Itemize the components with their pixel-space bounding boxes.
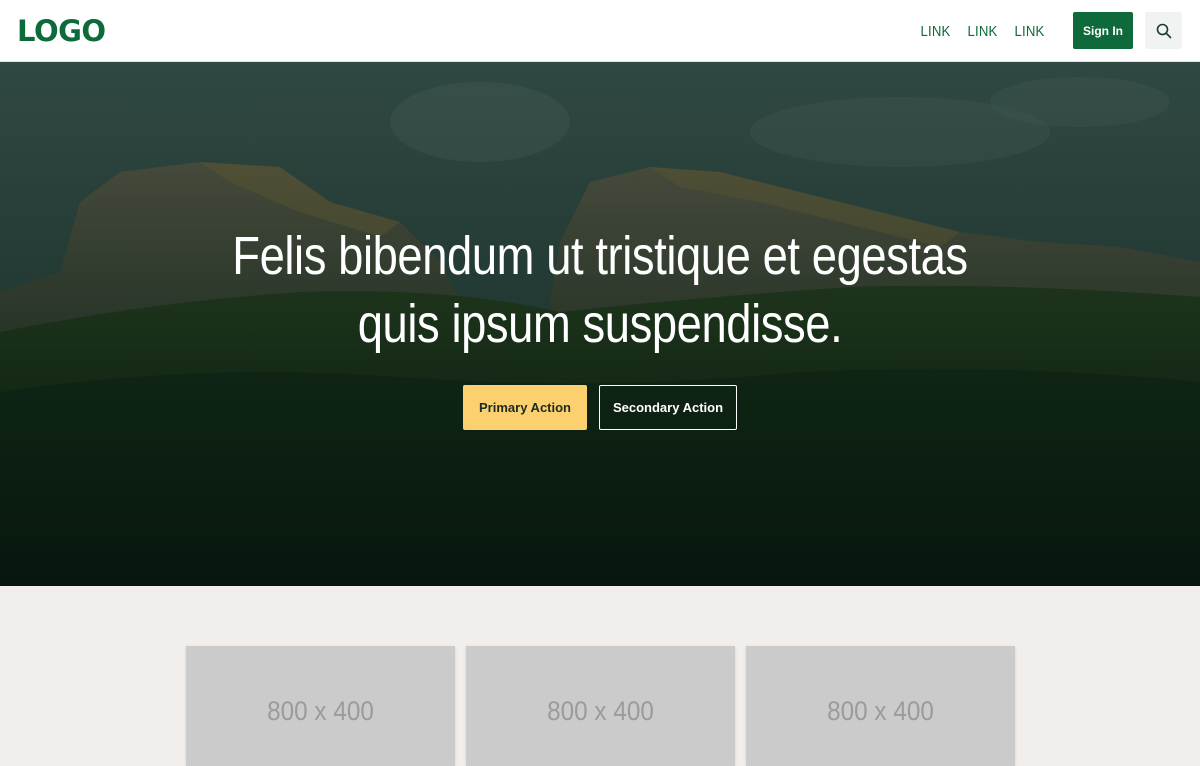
search-icon	[1156, 23, 1171, 38]
site-header: LOGO LINK LINK LINK Sign In	[0, 0, 1200, 62]
hero-section: Felis bibendum ut tristique et egestas q…	[0, 62, 1200, 586]
nav-link-1[interactable]: LINK	[915, 23, 956, 40]
placeholder-label: 800 x 400	[827, 696, 934, 726]
card-image-placeholder[interactable]: 800 x 400	[186, 646, 455, 766]
logo[interactable]: LOGO	[17, 14, 106, 48]
search-button[interactable]	[1145, 12, 1182, 49]
cards-section: 800 x 400 800 x 400 800 x 400	[0, 586, 1200, 766]
hero-title: Felis bibendum ut tristique et egestas q…	[232, 226, 968, 354]
sign-in-button[interactable]: Sign In	[1073, 12, 1133, 49]
placeholder-label: 800 x 400	[267, 696, 374, 726]
secondary-action-button[interactable]: Secondary Action	[599, 385, 737, 430]
nav-link-3[interactable]: LINK	[1009, 23, 1050, 40]
primary-action-button[interactable]: Primary Action	[463, 385, 587, 430]
main-nav: LINK LINK LINK	[912, 0, 1053, 62]
card-image-placeholder[interactable]: 800 x 400	[466, 646, 735, 766]
card-image-placeholder[interactable]: 800 x 400	[746, 646, 1015, 766]
placeholder-label: 800 x 400	[547, 696, 654, 726]
nav-link-2[interactable]: LINK	[962, 23, 1003, 40]
